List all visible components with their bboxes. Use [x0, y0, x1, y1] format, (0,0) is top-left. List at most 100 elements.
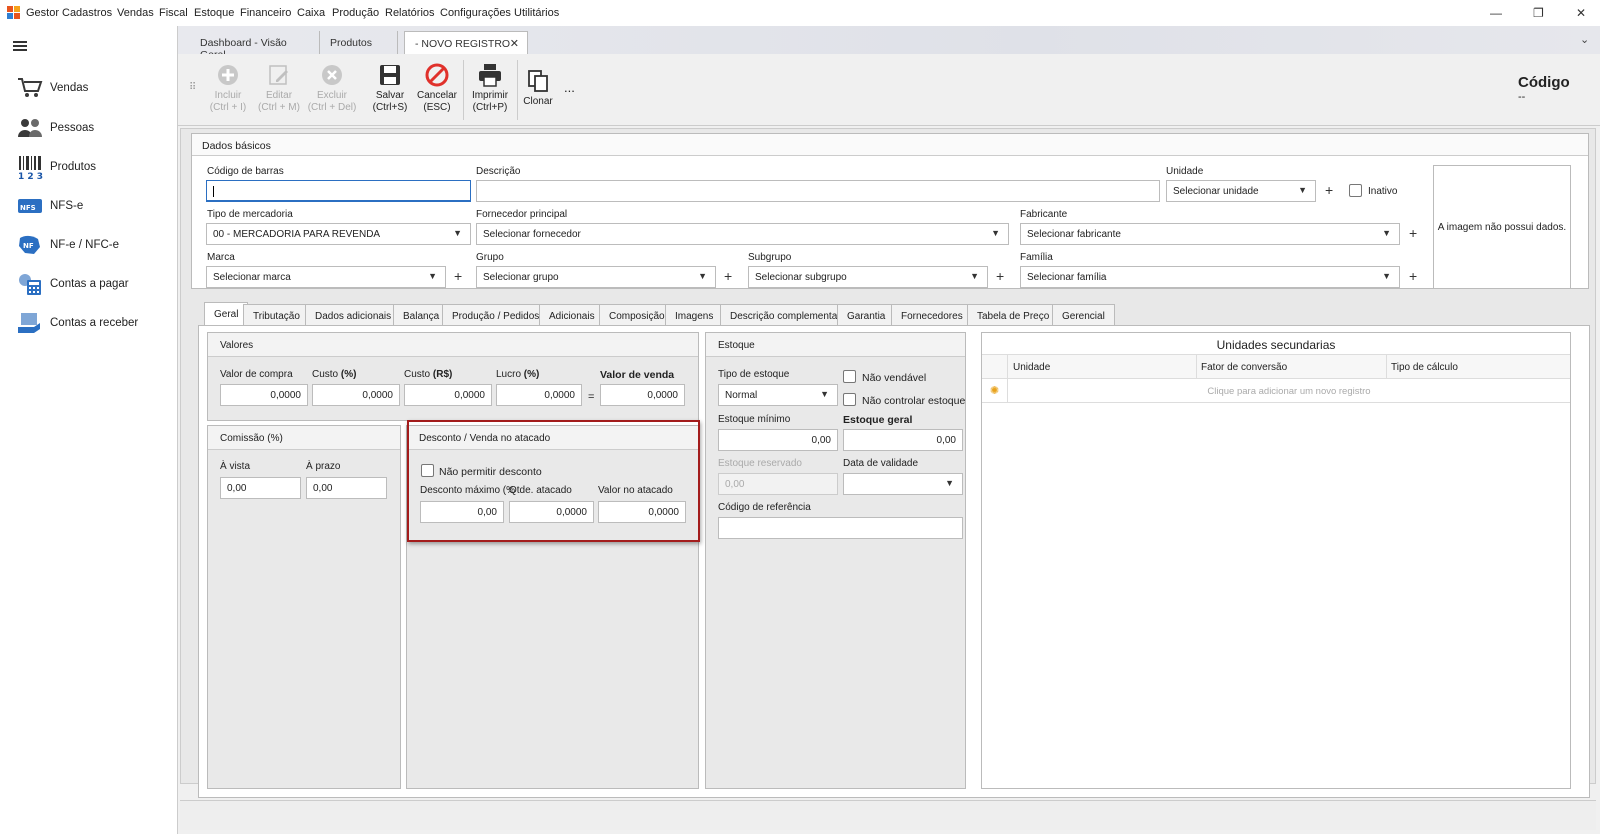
new-row[interactable]: ✺ Clique para adicionar um novo registro — [982, 379, 1570, 403]
nao-vendavel-checkbox[interactable] — [843, 370, 856, 383]
add-grupo-button[interactable]: + — [724, 268, 732, 284]
valor-venda-input[interactable]: 0,0000 — [600, 384, 685, 406]
qtde-atacado-input[interactable]: 0,0000 — [509, 501, 594, 523]
drag-handle-icon[interactable]: ⠿ — [189, 82, 196, 93]
cart-icon — [16, 75, 44, 101]
tab-balanca[interactable]: Balança — [393, 304, 450, 326]
sidebar-item-contas-receber[interactable]: Contas a receber — [16, 309, 166, 337]
sidebar-item-produtos[interactable]: 1 2 3 Produtos — [16, 153, 166, 181]
estoque-minimo-input[interactable]: 0,00 — [718, 429, 838, 451]
tipo-mercadoria-select[interactable]: 00 - MERCADORIA PARA REVENDA ▼ — [206, 223, 471, 245]
tab-fornecedores[interactable]: Fornecedores — [891, 304, 973, 326]
tab-producao-pedidos[interactable]: Produção / Pedidos — [442, 304, 550, 326]
fornecedor-select[interactable]: Selecionar fornecedor ▼ — [476, 223, 1009, 245]
menu-utilitarios[interactable]: Utilitários — [514, 7, 559, 19]
tab-novo-registro[interactable]: - NOVO REGISTRO ✕ — [404, 31, 528, 54]
codigo-referencia-input[interactable] — [718, 517, 963, 539]
menu-fiscal[interactable]: Fiscal — [159, 7, 188, 19]
sidebar-item-nfse[interactable]: NFS NFS-e — [16, 192, 166, 220]
sidebar-item-pessoas[interactable]: Pessoas — [16, 114, 166, 142]
menu-configuracoes[interactable]: Configurações — [440, 7, 511, 19]
data-validade-label: Data de validade — [843, 458, 919, 469]
more-button[interactable]: ... — [564, 80, 575, 95]
tab-tabela-preco[interactable]: Tabela de Preço — [967, 304, 1060, 326]
tab-dados-adicionais[interactable]: Dados adicionais — [305, 304, 402, 326]
valor-compra-input[interactable]: 0,0000 — [220, 384, 308, 406]
menu-gestor[interactable]: Gestor — [26, 7, 59, 19]
close-button[interactable]: ✕ — [1576, 6, 1586, 20]
add-fabricante-button[interactable]: + — [1409, 225, 1417, 241]
tipo-estoque-label: Tipo de estoque — [718, 369, 790, 380]
add-familia-button[interactable]: + — [1409, 268, 1417, 284]
people-icon — [16, 115, 44, 141]
payable-icon — [16, 271, 44, 297]
col-fator-conversao[interactable]: Fator de conversão — [1201, 362, 1287, 373]
inativo-checkbox[interactable] — [1349, 184, 1362, 197]
data-validade-input[interactable]: ▼ — [843, 473, 963, 495]
inativo-label: Inativo — [1368, 186, 1398, 197]
excluir-button[interactable]: Excluir (Ctrl + Del) — [304, 60, 360, 114]
grupo-select[interactable]: Selecionar grupo ▼ — [476, 266, 716, 288]
tab-produtos[interactable]: Produtos — [320, 31, 398, 54]
col-tipo-calculo[interactable]: Tipo de cálculo — [1391, 362, 1458, 373]
tab-adicionais[interactable]: Adicionais — [539, 304, 605, 326]
estoque-geral-input[interactable]: 0,00 — [843, 429, 963, 451]
unidade-select[interactable]: Selecionar unidade ▼ — [1166, 180, 1316, 202]
col-unidade[interactable]: Unidade — [1013, 362, 1050, 373]
tab-gerencial[interactable]: Gerencial — [1052, 304, 1115, 326]
menu-bar: Gestor Cadastros Vendas Fiscal Estoque F… — [0, 0, 1600, 26]
nao-controlar-estoque-checkbox[interactable] — [843, 393, 856, 406]
nao-permitir-desconto-checkbox[interactable] — [421, 464, 434, 477]
menu-vendas[interactable]: Vendas — [117, 7, 154, 19]
tab-imagens[interactable]: Imagens — [665, 304, 724, 326]
add-marca-button[interactable]: + — [454, 268, 462, 284]
cancelar-button[interactable]: Cancelar (ESC) — [409, 60, 465, 114]
sidebar-item-contas-pagar[interactable]: Contas a pagar — [16, 270, 166, 298]
codigo-value: -- — [1518, 91, 1526, 103]
a-prazo-input[interactable]: 0,00 — [306, 477, 387, 499]
restore-button[interactable]: ❐ — [1533, 6, 1544, 20]
desconto-maximo-input[interactable]: 0,00 — [420, 501, 504, 523]
menu-estoque[interactable]: Estoque — [194, 7, 234, 19]
hamburger-icon[interactable] — [13, 41, 27, 51]
marca-select[interactable]: Selecionar marca ▼ — [206, 266, 446, 288]
menu-producao[interactable]: Produção — [332, 7, 379, 19]
basic-data-title: Dados básicos — [192, 134, 1588, 156]
sidebar-item-vendas[interactable]: Vendas — [16, 74, 166, 102]
descricao-input[interactable] — [476, 180, 1160, 202]
custo-rs-input[interactable]: 0,0000 — [404, 384, 492, 406]
chevron-down-icon[interactable]: ⌄ — [1580, 33, 1589, 46]
custo-pct-input[interactable]: 0,0000 — [312, 384, 400, 406]
menu-cadastros[interactable]: Cadastros — [62, 7, 112, 19]
a-vista-input[interactable]: 0,00 — [220, 477, 301, 499]
valor-atacado-input[interactable]: 0,0000 — [598, 501, 686, 523]
familia-select[interactable]: Selecionar família ▼ — [1020, 266, 1400, 288]
subgrupo-select[interactable]: Selecionar subgrupo ▼ — [748, 266, 988, 288]
tipo-estoque-select[interactable]: Normal ▼ — [718, 384, 838, 406]
lucro-input[interactable]: 0,0000 — [496, 384, 582, 406]
editar-button[interactable]: Editar (Ctrl + M) — [251, 60, 307, 114]
add-unidade-button[interactable]: + — [1325, 182, 1333, 198]
minimize-button[interactable]: — — [1490, 6, 1502, 20]
close-icon[interactable]: ✕ — [510, 37, 519, 50]
menu-caixa[interactable]: Caixa — [297, 7, 325, 19]
tab-descricao-complementar[interactable]: Descrição complementar — [720, 304, 851, 326]
incluir-button[interactable]: Incluir (Ctrl + I) — [200, 60, 256, 114]
add-subgrupo-button[interactable]: + — [996, 268, 1004, 284]
tab-tributacao[interactable]: Tributação — [243, 304, 310, 326]
codigo-barras-input[interactable] — [206, 180, 471, 202]
desconto-maximo-label: Desconto máximo (% — [420, 485, 516, 496]
menu-relatorios[interactable]: Relatórios — [385, 7, 435, 19]
chevron-down-icon: ▼ — [453, 228, 462, 238]
tab-geral[interactable]: Geral — [204, 302, 249, 326]
tab-dashboard[interactable]: Dashboard - Visão Geral — [190, 31, 320, 61]
tab-composicao[interactable]: Composição — [599, 304, 675, 326]
clonar-button[interactable]: Clonar — [510, 66, 566, 108]
svg-text:NF: NF — [23, 242, 34, 250]
menu-financeiro[interactable]: Financeiro — [240, 7, 291, 19]
tab-garantia[interactable]: Garantia — [837, 304, 896, 326]
tipo-mercadoria-label: Tipo de mercadoria — [207, 209, 293, 220]
product-image[interactable]: A imagem não possui dados. — [1433, 165, 1571, 289]
sidebar-item-nfe[interactable]: NF NF-e / NFC-e — [16, 231, 166, 259]
fabricante-select[interactable]: Selecionar fabricante ▼ — [1020, 223, 1400, 245]
